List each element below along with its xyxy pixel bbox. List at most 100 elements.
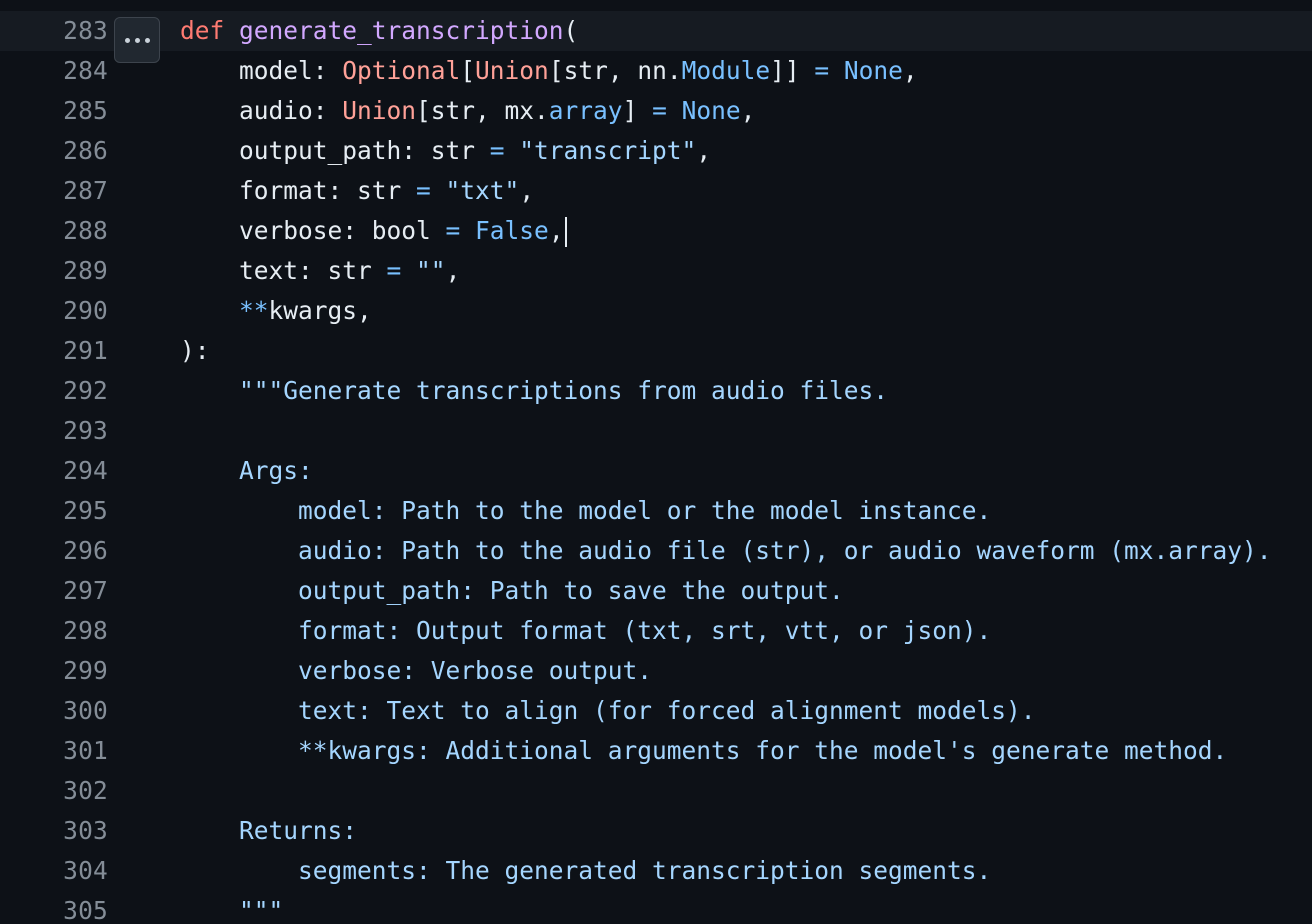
line-number[interactable]: 284 — [0, 51, 108, 91]
docstring: text: Text to align (for forced alignmen… — [298, 696, 1036, 725]
line-number[interactable]: 296 — [0, 531, 108, 571]
code-viewer[interactable]: 283 def generate_transcription(284 model:… — [0, 0, 1312, 924]
line-content[interactable]: """ — [180, 891, 283, 924]
code-text: , — [740, 96, 756, 125]
code-line-288[interactable]: 288 verbose: bool = False, — [0, 211, 1312, 251]
code-text: text: str — [180, 256, 387, 285]
line-number[interactable]: 301 — [0, 731, 108, 771]
code-line-293[interactable]: 293 — [0, 411, 1312, 451]
line-content[interactable]: verbose: bool = False, — [180, 211, 567, 251]
code-text: ( — [563, 16, 579, 45]
docstring: model: Path to the model or the model in… — [298, 496, 992, 525]
code-line-303[interactable]: 303 Returns: — [0, 811, 1312, 851]
line-number[interactable]: 302 — [0, 771, 108, 811]
code-line-287[interactable]: 287 format: str = "txt", — [0, 171, 1312, 211]
code-text: [str, mx. — [416, 96, 549, 125]
code-line-296[interactable]: 296 audio: Path to the audio file (str),… — [0, 531, 1312, 571]
code-line-290[interactable]: 290 **kwargs, — [0, 291, 1312, 331]
code-text: [ — [460, 56, 476, 85]
code-line-284[interactable]: 284 model: Optional[Union[str, nn.Module… — [0, 51, 1312, 91]
line-number[interactable]: 290 — [0, 291, 108, 331]
line-content[interactable]: Args: — [180, 451, 313, 491]
string-literal: "" — [416, 256, 446, 285]
line-content[interactable]: output_path: Path to save the output. — [180, 571, 844, 611]
line-number[interactable]: 283 — [0, 11, 108, 51]
line-content[interactable]: format: str = "txt", — [180, 171, 534, 211]
line-number[interactable]: 293 — [0, 411, 108, 451]
code-text: , — [902, 56, 918, 85]
line-content[interactable]: text: str = "", — [180, 251, 460, 291]
line-number[interactable]: 298 — [0, 611, 108, 651]
line-content[interactable]: def generate_transcription( — [180, 11, 578, 51]
line-number[interactable]: 292 — [0, 371, 108, 411]
docstring: output_path: Path to save the output. — [298, 576, 844, 605]
code-line-305[interactable]: 305 """ — [0, 891, 1312, 924]
code-line-295[interactable]: 295 model: Path to the model or the mode… — [0, 491, 1312, 531]
line-number[interactable]: 287 — [0, 171, 108, 211]
code-line-283[interactable]: 283 def generate_transcription( — [0, 11, 1312, 63]
code-line-299[interactable]: 299 verbose: Verbose output. — [0, 651, 1312, 691]
code-text: format: str — [180, 176, 417, 205]
line-content[interactable]: **kwargs: Additional arguments for the m… — [180, 731, 1227, 771]
line-content[interactable]: **kwargs, — [180, 291, 372, 331]
line-number[interactable]: 291 — [0, 331, 108, 371]
line-number[interactable]: 305 — [0, 891, 108, 924]
line-content[interactable]: format: Output format (txt, srt, vtt, or… — [180, 611, 991, 651]
line-content[interactable]: output_path: str = "transcript", — [180, 131, 711, 171]
code-text: audio: — [180, 96, 343, 125]
ellipsis-dot-icon — [144, 37, 150, 43]
line-number[interactable]: 297 — [0, 571, 108, 611]
code-line-302[interactable]: 302 — [0, 771, 1312, 811]
code-line-298[interactable]: 298 format: Output format (txt, srt, vtt… — [0, 611, 1312, 651]
code-line-289[interactable]: 289 text: str = "", — [0, 251, 1312, 291]
operator: = — [416, 176, 431, 205]
line-number[interactable]: 299 — [0, 651, 108, 691]
code-line-297[interactable]: 297 output_path: Path to save the output… — [0, 571, 1312, 611]
docstring: Returns: — [239, 816, 358, 845]
line-number[interactable]: 295 — [0, 491, 108, 531]
line-number[interactable]: 304 — [0, 851, 108, 891]
line-number[interactable]: 285 — [0, 91, 108, 131]
line-content[interactable]: model: Optional[Union[str, nn.Module]] =… — [180, 51, 918, 91]
line-number[interactable]: 300 — [0, 691, 108, 731]
string-literal: "txt" — [445, 176, 520, 205]
line-content[interactable]: model: Path to the model or the model in… — [180, 491, 991, 531]
line-content[interactable]: verbose: Verbose output. — [180, 651, 652, 691]
ellipsis-dot-icon — [134, 37, 140, 43]
line-content[interactable]: Returns: — [180, 811, 357, 851]
code-text: ]] — [770, 56, 815, 85]
line-number[interactable]: 303 — [0, 811, 108, 851]
code-line-301[interactable]: 301 **kwargs: Additional arguments for t… — [0, 731, 1312, 771]
operator: Module — [681, 56, 771, 85]
line-content[interactable]: audio: Path to the audio file (str), or … — [180, 531, 1272, 571]
line-content[interactable]: """Generate transcriptions from audio fi… — [180, 371, 888, 411]
code-line-304[interactable]: 304 segments: The generated transcriptio… — [0, 851, 1312, 891]
code-line-292[interactable]: 292 """Generate transcriptions from audi… — [0, 371, 1312, 411]
line-number[interactable]: 294 — [0, 451, 108, 491]
line-number[interactable]: 289 — [0, 251, 108, 291]
line-number[interactable]: 288 — [0, 211, 108, 251]
code-line-300[interactable]: 300 text: Text to align (for forced alig… — [0, 691, 1312, 731]
operator: = — [652, 96, 667, 125]
line-content[interactable]: text: Text to align (for forced alignmen… — [180, 691, 1036, 731]
line-content[interactable]: segments: The generated transcription se… — [180, 851, 991, 891]
code-line-291[interactable]: 291): — [0, 331, 1312, 371]
line-number[interactable]: 286 — [0, 131, 108, 171]
line-content[interactable]: ): — [180, 331, 210, 371]
docstring: """Generate transcriptions from audio fi… — [239, 376, 889, 405]
code-text: ] — [622, 96, 653, 125]
operator: ** — [239, 296, 269, 325]
code-line-294[interactable]: 294 Args: — [0, 451, 1312, 491]
code-line-285[interactable]: 285 audio: Union[str, mx.array] = None, — [0, 91, 1312, 131]
line-content[interactable]: audio: Union[str, mx.array] = None, — [180, 91, 755, 131]
code-line-286[interactable]: 286 output_path: str = "transcript", — [0, 131, 1312, 171]
